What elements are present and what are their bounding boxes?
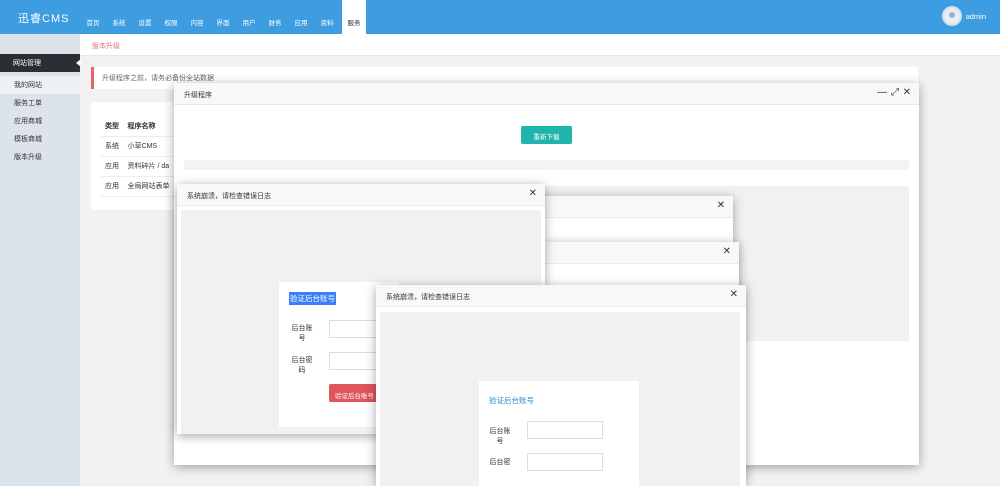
error-window-1-titlebar[interactable]: 系统崩溃，请检查错误日志 ✕ [177, 184, 545, 206]
close-icon[interactable]: ✕ [730, 289, 738, 301]
breadcrumb-bar: 版本升级 [80, 34, 1000, 56]
nav-finance[interactable]: 财务 [262, 0, 288, 34]
settings-icon [132, 6, 158, 16]
password-label: 后台密码 [291, 357, 313, 374]
error-window-1-title: 系统崩溃，请检查错误日志 [187, 193, 271, 200]
nav-permissions[interactable]: 权限 [158, 0, 184, 34]
sidebar-item-upgrade[interactable]: 版本升级 [0, 148, 80, 166]
program-table: 类型 程序名称 系统 小草CMS 应用 资料碎片 / da 应用 全局网站表单 [101, 116, 181, 197]
interface-icon [210, 6, 236, 16]
active-arrow [76, 59, 81, 67]
close-icon[interactable]: ✕ [723, 246, 731, 258]
main-nav: 首页 系统 设置 权限 内容 界面 用户 财务 应用 资料 服务 [80, 0, 366, 34]
close-icon[interactable]: ✕ [717, 200, 725, 212]
nav-home[interactable]: 首页 [80, 0, 106, 34]
password-input[interactable] [527, 453, 603, 471]
account-input[interactable] [527, 421, 603, 439]
column-header: 类型 [101, 116, 124, 137]
table-header: 类型 程序名称 [101, 116, 181, 137]
sidebar-heading[interactable]: 网站管理 [0, 54, 81, 72]
password-label: 后台密 [489, 459, 511, 466]
users-icon [236, 6, 262, 16]
system-icon [106, 6, 132, 16]
column-header: 程序名称 [123, 116, 181, 137]
upgrade-window-title: 升级程序 [184, 92, 212, 99]
nav-system[interactable]: 系统 [106, 0, 132, 34]
sidebar-item-app-store[interactable]: 应用商城 [0, 112, 80, 130]
maximize-icon[interactable]: ⤢ [891, 87, 899, 99]
table-row: 系统 小草CMS [101, 136, 181, 157]
minimize-icon[interactable]: — [877, 87, 887, 99]
close-icon[interactable]: ✕ [903, 87, 911, 99]
sidebar: 网站管理 我的网站 服务工单 应用商城 模板商城 版本升级 [0, 34, 81, 486]
table-row: 应用 资料碎片 / da [101, 156, 181, 177]
progress-track [184, 160, 909, 170]
error-window-2-titlebar[interactable]: ✕ [530, 196, 733, 218]
nav-interface[interactable]: 界面 [210, 0, 236, 34]
finance-icon [262, 6, 288, 16]
nav-users[interactable]: 用户 [236, 0, 262, 34]
verify-form-title: 验证后台账号 [489, 396, 534, 405]
data-icon [314, 6, 340, 16]
home-icon [80, 6, 106, 16]
nav-apps[interactable]: 应用 [288, 0, 314, 34]
nav-content[interactable]: 内容 [184, 0, 210, 34]
permissions-icon [158, 6, 184, 16]
top-bar: 迅睿CMS 首页 系统 设置 权限 内容 界面 用户 财务 应用 资料 服务 a… [0, 0, 1000, 34]
close-icon[interactable]: ✕ [529, 188, 537, 200]
verify-form: 验证后台账号 后台账号 后台密 [479, 381, 639, 486]
nav-data[interactable]: 资料 [314, 0, 340, 34]
error-window-4-title: 系统崩溃，请检查错误日志 [386, 294, 470, 301]
table-row: 应用 全局网站表单 [101, 176, 181, 197]
nav-service[interactable]: 服务 [342, 0, 366, 34]
sidebar-item-template-store[interactable]: 模板商城 [0, 130, 80, 148]
verify-form-title: 验证后台账号 [289, 292, 336, 305]
content-icon [184, 6, 210, 16]
nav-settings[interactable]: 设置 [132, 0, 158, 34]
sidebar-item-my-sites[interactable]: 我的网站 [0, 76, 80, 94]
error-window-4: 系统崩溃，请检查错误日志 ✕ 验证后台账号 后台账号 后台密 [376, 285, 746, 486]
sidebar-list: 我的网站 服务工单 应用商城 模板商城 版本升级 [0, 76, 80, 166]
upgrade-window-titlebar[interactable]: 升级程序 — ⤢ ✕ [174, 83, 919, 105]
redownload-button[interactable]: 重新下载 [521, 126, 572, 144]
breadcrumb[interactable]: 版本升级 [92, 41, 120, 51]
error-window-4-titlebar[interactable]: 系统崩溃，请检查错误日志 ✕ [376, 285, 746, 307]
user-menu[interactable]: admin [941, 6, 992, 26]
user-name: admin [965, 11, 986, 21]
app-logo[interactable]: 迅睿CMS [18, 10, 69, 26]
sidebar-item-tickets[interactable]: 服务工单 [0, 94, 80, 112]
account-label: 后台账号 [489, 428, 511, 445]
account-label: 后台账号 [291, 325, 313, 342]
apps-icon [288, 6, 314, 16]
error-window-3-titlebar[interactable]: ✕ [540, 242, 739, 264]
service-icon [342, 6, 366, 16]
avatar [941, 6, 962, 26]
